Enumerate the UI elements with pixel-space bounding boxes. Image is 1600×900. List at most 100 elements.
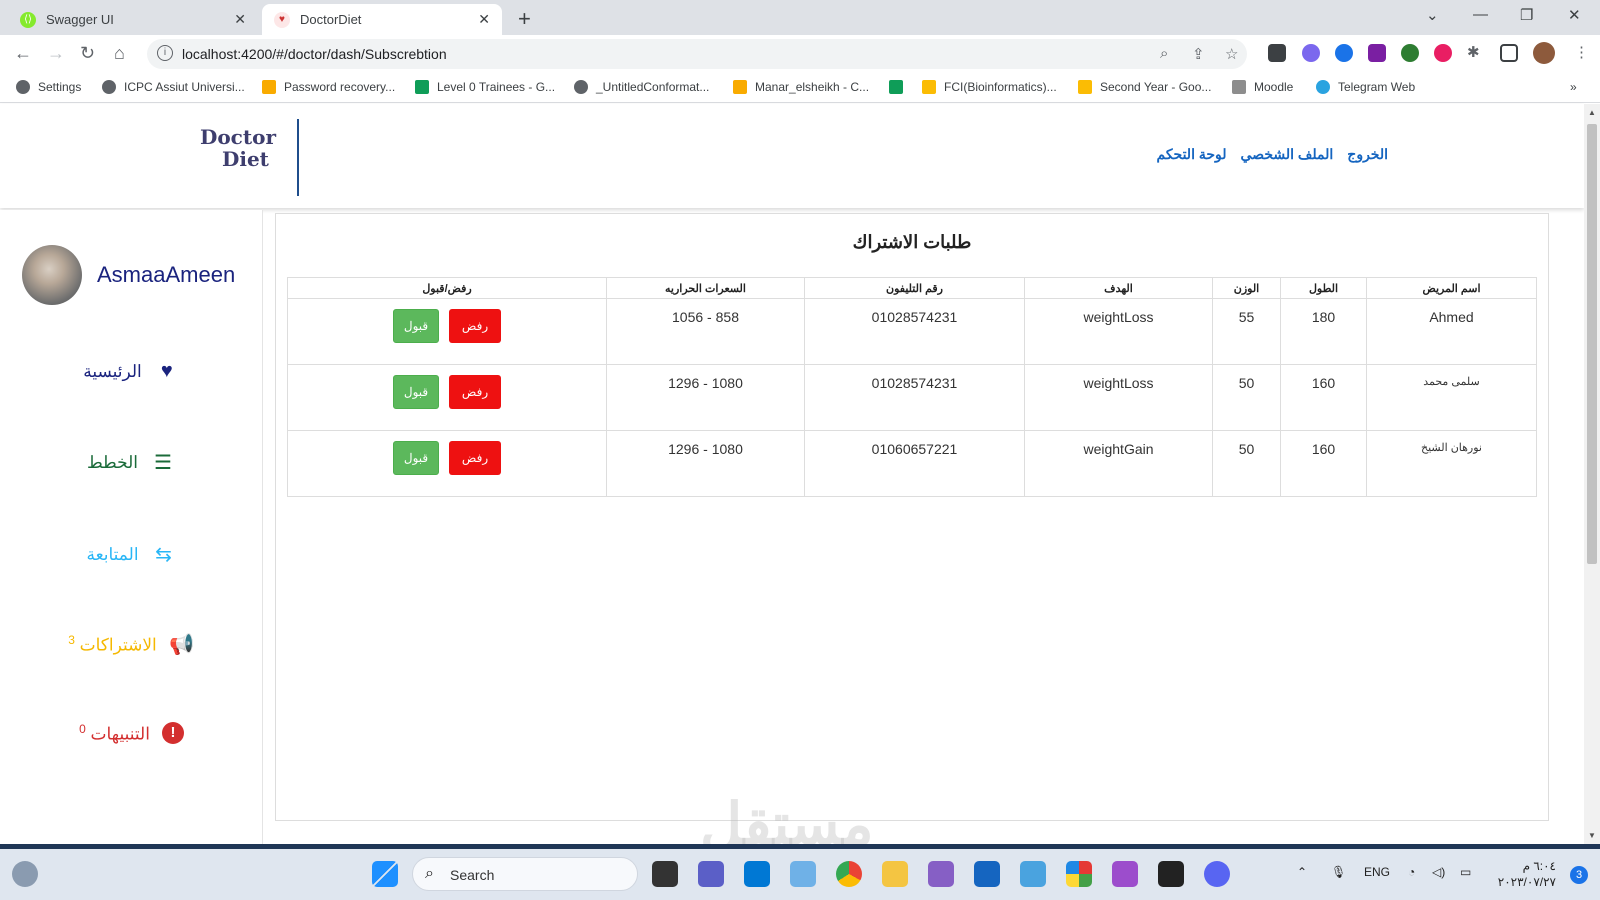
nav-logout-link[interactable]: الخروج <box>1347 146 1388 163</box>
extension-icon[interactable] <box>1335 44 1353 62</box>
column-header: الهدف <box>1024 277 1213 299</box>
vscode-icon[interactable] <box>744 861 770 887</box>
scrollbar-thumb[interactable] <box>1587 124 1597 564</box>
header-divider <box>297 119 299 196</box>
file-explorer-icon[interactable] <box>882 861 908 887</box>
microphone-icon[interactable]: 🎙 <box>1331 865 1346 879</box>
close-window-button[interactable]: ✕ <box>1568 6 1581 24</box>
back-button[interactable]: ← <box>14 43 32 64</box>
chart-icon <box>262 80 276 94</box>
scroll-down-arrow-icon[interactable]: ▼ <box>1588 831 1596 840</box>
extension-icon[interactable] <box>1434 44 1452 62</box>
scroll-up-arrow-icon[interactable]: ▲ <box>1588 108 1596 117</box>
extension-icon[interactable] <box>1401 44 1419 62</box>
bookmark-item[interactable]: Password recovery... <box>262 80 395 94</box>
column-header: رفض/قبول <box>287 277 607 299</box>
sidebar-item-followup[interactable]: المتابعة ⇆ <box>0 542 263 567</box>
page-scrollbar[interactable]: ▲ ▼ <box>1584 104 1600 844</box>
profile-avatar[interactable] <box>1533 42 1555 64</box>
accept-button[interactable]: قبول <box>393 441 439 475</box>
reject-button[interactable]: رفض <box>449 375 501 409</box>
task-view-icon[interactable] <box>652 861 678 887</box>
wifi-icon[interactable]: ◔ <box>1408 865 1415 879</box>
zoom-icon[interactable]: ⌕ <box>1160 45 1168 62</box>
menu-kebab-icon[interactable]: ⋮ <box>1574 43 1589 61</box>
clipchamp-icon[interactable] <box>1112 861 1138 887</box>
side-panel-icon[interactable] <box>1500 44 1518 62</box>
sidebar-item-alerts[interactable]: 0 التنبيهات ! <box>0 722 263 745</box>
more-bookmarks-icon[interactable]: » <box>1570 80 1577 94</box>
bookmark-item[interactable]: Moodle <box>1232 80 1293 94</box>
extensions-puzzle-icon[interactable]: ✱ <box>1467 43 1480 61</box>
teams-chat-icon[interactable] <box>698 861 724 887</box>
nav-profile-link[interactable]: الملف الشخصي <box>1241 146 1334 163</box>
sheets-icon <box>415 80 429 94</box>
battery-icon[interactable]: ▭ <box>1460 865 1471 879</box>
network-tool-icon[interactable] <box>1020 861 1046 887</box>
bookmark-item[interactable]: Second Year - Goo... <box>1078 80 1211 94</box>
globe-icon <box>574 80 588 94</box>
close-tab-icon[interactable]: ✕ <box>478 11 490 28</box>
tab-doctordiet[interactable]: ♥ DoctorDiet ✕ <box>262 4 502 35</box>
close-tab-icon[interactable]: ✕ <box>234 11 246 28</box>
bookmark-item[interactable]: ICPC Assiut Universi... <box>102 80 245 94</box>
visual-studio-icon[interactable] <box>928 861 954 887</box>
address-bar[interactable]: i localhost:4200/#/doctor/dash/Subscrebt… <box>147 39 1247 69</box>
bookmark-item[interactable]: Settings <box>16 80 81 94</box>
reject-button[interactable]: رفض <box>449 441 501 475</box>
site-info-icon[interactable]: i <box>157 45 173 61</box>
bookmark-item[interactable] <box>889 80 911 94</box>
reload-button[interactable]: ↻ <box>80 43 95 64</box>
bookmark-item[interactable]: Level 0 Trainees - G... <box>415 80 555 94</box>
language-indicator[interactable]: ENG <box>1364 865 1390 879</box>
bookmark-item[interactable]: Telegram Web <box>1316 80 1415 94</box>
alert-circle-icon: ! <box>161 722 184 745</box>
bookmark-item[interactable]: Manar_elsheikh - C... <box>733 80 869 94</box>
globe-icon <box>102 80 116 94</box>
patient-name: Ahmed <box>1366 298 1537 365</box>
maximize-button[interactable]: ❐ <box>1520 6 1533 24</box>
minimize-button[interactable]: — <box>1473 6 1488 23</box>
widgets-icon[interactable] <box>12 861 38 887</box>
home-button[interactable]: ⌂ <box>114 43 125 64</box>
sidebar-item-home[interactable]: الرئيسية ♥ <box>0 360 263 383</box>
patient-calories: 858 - 1056 <box>606 298 805 365</box>
sidebar-item-plans[interactable]: الخطط ☰ <box>0 450 263 475</box>
chart-icon <box>733 80 747 94</box>
discord-icon[interactable] <box>1204 861 1230 887</box>
actions-cell: قبول رفض <box>287 364 607 431</box>
extension-icon[interactable] <box>1268 44 1286 62</box>
tray-chevron-up-icon[interactable]: ⌃ <box>1297 865 1307 879</box>
snipping-tool-icon[interactable] <box>790 861 816 887</box>
search-icon: ⌕ <box>425 865 434 882</box>
accept-button[interactable]: قبول <box>393 375 439 409</box>
store-icon[interactable] <box>974 861 1000 887</box>
new-tab-button[interactable]: + <box>518 6 531 32</box>
accept-button[interactable]: قبول <box>393 309 439 343</box>
forward-button[interactable]: → <box>47 43 65 64</box>
clock[interactable]: ٦:٠٤ م ٢٠٢٣/٠٧/٢٧ <box>1498 858 1556 890</box>
tab-search-icon[interactable]: ⌄ <box>1426 6 1439 24</box>
notification-badge[interactable]: 3 <box>1570 866 1588 884</box>
logo-line-1: Doctor <box>200 125 276 149</box>
bookmark-item[interactable]: _UntitledConformat... <box>574 80 709 94</box>
volume-icon[interactable]: ◁) <box>1432 865 1445 879</box>
nav-dashboard-link[interactable]: لوحة التحكم <box>1157 146 1227 163</box>
tab-title: DoctorDiet <box>300 12 362 27</box>
patient-weight: 50 <box>1212 430 1281 497</box>
reject-button[interactable]: رفض <box>449 309 501 343</box>
share-icon[interactable]: ⇪ <box>1192 45 1205 63</box>
office-icon[interactable] <box>1066 861 1092 887</box>
doctor-profile[interactable]: AsmaaAmeen <box>22 245 235 305</box>
bookmark-star-icon[interactable]: ☆ <box>1225 45 1238 63</box>
terminal-icon[interactable] <box>1158 861 1184 887</box>
sidebar-item-subscriptions[interactable]: 3 الاشتراكات 📢 <box>0 632 263 657</box>
doctordiet-logo[interactable]: Doctor Diet <box>200 126 288 186</box>
windows-start-icon[interactable] <box>372 861 398 887</box>
tab-swagger[interactable]: ⟨⟩ Swagger UI ✕ <box>8 4 258 35</box>
extension-icon[interactable] <box>1302 44 1320 62</box>
taskbar-search[interactable]: ⌕ Search <box>412 857 638 891</box>
extension-icon[interactable] <box>1368 44 1386 62</box>
bookmark-item[interactable]: FCI(Bioinformatics)... <box>922 80 1057 94</box>
chrome-icon[interactable] <box>836 861 862 887</box>
